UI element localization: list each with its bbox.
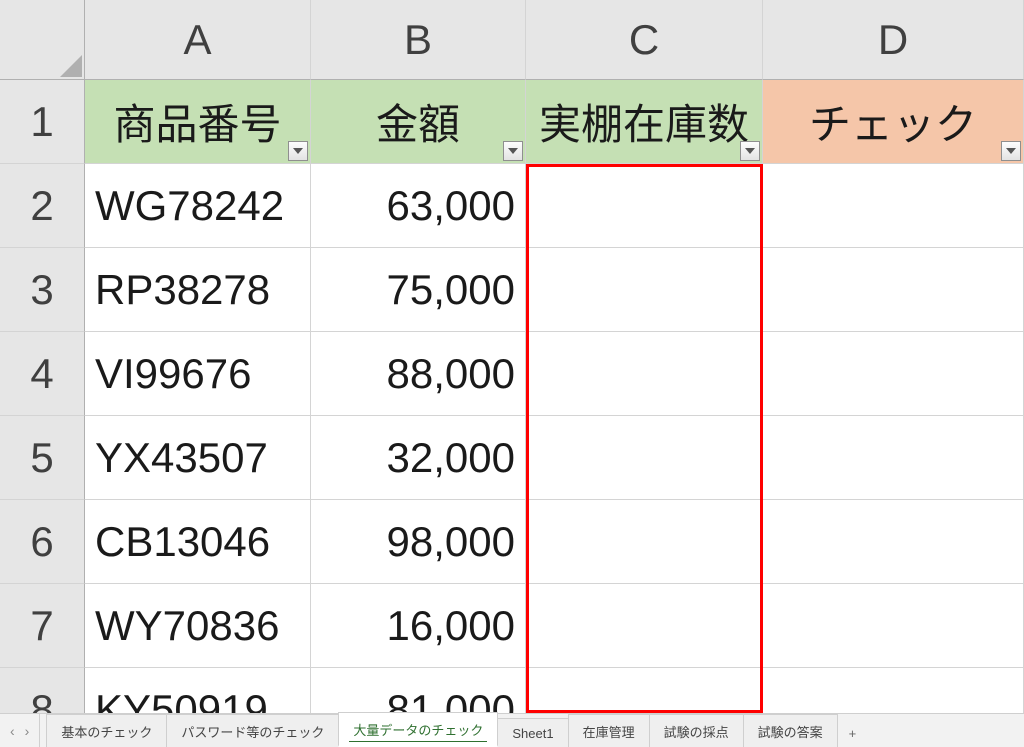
- row-header-3[interactable]: 3: [0, 248, 85, 332]
- cell-D5[interactable]: [763, 416, 1024, 500]
- row-header-5[interactable]: 5: [0, 416, 85, 500]
- chevron-down-icon: [1006, 148, 1016, 154]
- cell-D4[interactable]: [763, 332, 1024, 416]
- cell-C2[interactable]: [526, 164, 763, 248]
- col-header-B[interactable]: B: [311, 0, 526, 80]
- cell-C4[interactable]: [526, 332, 763, 416]
- sheet-tab-exam-answers[interactable]: 試験の答案: [743, 714, 838, 747]
- plus-icon: +: [849, 726, 857, 741]
- header-label: 金額: [376, 91, 460, 152]
- cell-C6[interactable]: [526, 500, 763, 584]
- cell-C7[interactable]: [526, 584, 763, 668]
- row-header-7[interactable]: 7: [0, 584, 85, 668]
- cell-B6[interactable]: 98,000: [311, 500, 526, 584]
- filter-button-A[interactable]: [288, 141, 308, 161]
- chevron-down-icon: [293, 148, 303, 154]
- cell-A6[interactable]: CB13046: [85, 500, 311, 584]
- sheet-tab-bulk-data-check[interactable]: 大量データのチェック: [338, 712, 498, 747]
- cell-B5[interactable]: 32,000: [311, 416, 526, 500]
- select-all-corner[interactable]: [0, 0, 85, 80]
- cell-C3[interactable]: [526, 248, 763, 332]
- cell-D6[interactable]: [763, 500, 1024, 584]
- col-header-D[interactable]: D: [763, 0, 1024, 80]
- row-header-2[interactable]: 2: [0, 164, 85, 248]
- row-header-6[interactable]: 6: [0, 500, 85, 584]
- cell-D3[interactable]: [763, 248, 1024, 332]
- row-header-1[interactable]: 1: [0, 80, 85, 164]
- spreadsheet-grid: A B C D 1 商品番号 金額 実棚在庫数 チェック 2 WG78242 6…: [0, 0, 1024, 713]
- sheet-tab-exam-scoring[interactable]: 試験の採点: [649, 714, 744, 747]
- filter-button-C[interactable]: [740, 141, 760, 161]
- sheet-tab-inventory[interactable]: 在庫管理: [568, 714, 650, 747]
- sheet-tab-password-check[interactable]: パスワード等のチェック: [166, 714, 339, 747]
- filter-button-D[interactable]: [1001, 141, 1021, 161]
- sheet-tabs: 基本のチェック パスワード等のチェック 大量データのチェック Sheet1 在庫…: [40, 714, 868, 747]
- header-cell-amount[interactable]: 金額: [311, 80, 526, 164]
- header-label: チェック: [809, 91, 977, 152]
- cell-B4[interactable]: 88,000: [311, 332, 526, 416]
- sheet-tab-basic-check[interactable]: 基本のチェック: [46, 714, 167, 747]
- col-header-A[interactable]: A: [85, 0, 311, 80]
- cell-A7[interactable]: WY70836: [85, 584, 311, 668]
- sheet-tab-bar: ‹ › 基本のチェック パスワード等のチェック 大量データのチェック Sheet…: [0, 713, 1024, 747]
- header-label: 商品番号: [113, 91, 281, 152]
- filter-button-B[interactable]: [503, 141, 523, 161]
- chevron-down-icon: [508, 148, 518, 154]
- cell-C5[interactable]: [526, 416, 763, 500]
- row-header-4[interactable]: 4: [0, 332, 85, 416]
- cell-B2[interactable]: 63,000: [311, 164, 526, 248]
- cell-B7[interactable]: 16,000: [311, 584, 526, 668]
- cell-D2[interactable]: [763, 164, 1024, 248]
- cell-A4[interactable]: VI99676: [85, 332, 311, 416]
- header-cell-stock-count[interactable]: 実棚在庫数: [526, 80, 763, 164]
- tab-nav-buttons: ‹ ›: [0, 714, 40, 747]
- cell-A2[interactable]: WG78242: [85, 164, 311, 248]
- cell-B3[interactable]: 75,000: [311, 248, 526, 332]
- header-cell-check[interactable]: チェック: [763, 80, 1024, 164]
- cell-A3[interactable]: RP38278: [85, 248, 311, 332]
- add-sheet-button[interactable]: +: [837, 720, 869, 747]
- tab-nav-prev[interactable]: ‹: [10, 723, 15, 739]
- col-header-C[interactable]: C: [526, 0, 763, 80]
- tab-nav-next[interactable]: ›: [25, 723, 30, 739]
- cell-A5[interactable]: YX43507: [85, 416, 311, 500]
- sheet-tab-sheet1[interactable]: Sheet1: [497, 718, 568, 747]
- cell-D7[interactable]: [763, 584, 1024, 668]
- header-label: 実棚在庫数: [539, 91, 749, 152]
- chevron-down-icon: [745, 148, 755, 154]
- header-cell-product-number[interactable]: 商品番号: [85, 80, 311, 164]
